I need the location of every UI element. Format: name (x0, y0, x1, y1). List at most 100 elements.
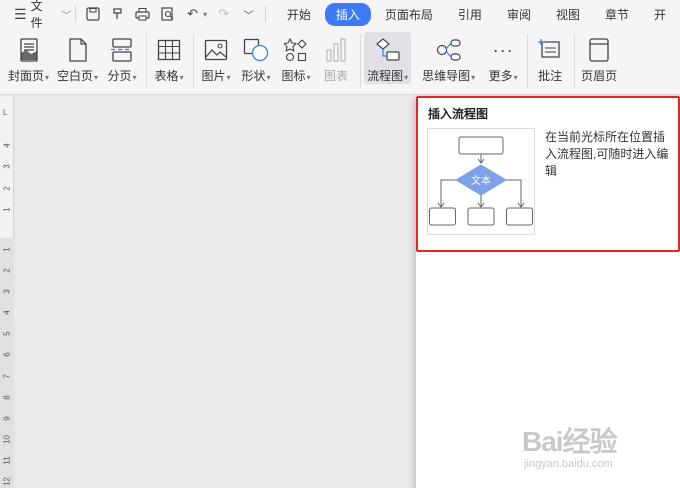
vertical-ruler: L 4 3 2 1 1 2 3 4 5 6 7 8 9 10 11 12 (0, 96, 14, 488)
flowchart-icon (372, 36, 404, 64)
file-menu[interactable]: ☰ 文件 ﹀ (0, 0, 71, 31)
page-break-button[interactable]: 分页▾ (106, 28, 138, 88)
picture-button[interactable]: 图片▾ (200, 28, 232, 88)
ruler-number: 8 (2, 395, 12, 400)
page-break-label: 分页 (107, 69, 132, 83)
flowchart-button[interactable]: 流程图▾ (364, 28, 412, 88)
ruler-number: 2 (2, 186, 12, 191)
dropdown-arrow-icon: ▾ (45, 73, 50, 82)
ruler-number: 11 (2, 456, 12, 465)
table-label: 表格 (154, 69, 179, 83)
mindmap-label: 思维导图 (422, 69, 471, 83)
ruler-number: 2 (2, 268, 12, 273)
watermark: Bai经验 jingyan.baidu.com (522, 420, 618, 470)
table-icon (153, 36, 185, 64)
divider (193, 34, 195, 88)
ruler-number: 4 (2, 143, 12, 148)
header-footer-button[interactable]: 页眉页 (581, 28, 617, 88)
mindmap-button[interactable]: 思维导图▾ (422, 28, 475, 88)
menu-bar: ☰ 文件 ﹀ ↶ ▾ ↷ ﹀ 开始 插入 页面布局 引用 审阅 视图 章节 开 (0, 0, 680, 31)
ruler-number: 10 (2, 435, 12, 444)
dropdown-arrow-icon: ▾ (94, 73, 99, 82)
chart-button: 图表 (320, 28, 352, 88)
picture-icon (200, 36, 232, 64)
tab-developer[interactable]: 开 (643, 3, 677, 26)
customize-toolbar-icon[interactable]: ﹀ (240, 6, 257, 23)
blank-page-label: 空白页 (57, 69, 94, 83)
ruler-number: 1 (2, 247, 12, 252)
divider (574, 34, 576, 88)
ruler-number: 7 (2, 374, 12, 379)
more-button[interactable]: ··· 更多▾ (487, 28, 519, 88)
comment-button[interactable]: 批注 (534, 28, 566, 88)
header-footer-label: 页眉页 (581, 69, 618, 83)
dropdown-arrow-icon: ▾ (471, 73, 476, 82)
tab-view[interactable]: 视图 (545, 3, 591, 26)
dropdown-arrow-icon: ▾ (132, 73, 137, 82)
save-icon[interactable] (84, 6, 101, 23)
shape-icon (240, 36, 272, 64)
cover-page-label: 封面页 (8, 69, 45, 83)
undo-icon[interactable]: ↶ (184, 6, 201, 23)
tab-strip: 开始 插入 页面布局 引用 审阅 视图 章节 开 (276, 2, 680, 26)
chart-icon (320, 36, 352, 64)
undo-dropdown-icon[interactable]: ▾ (203, 10, 207, 19)
dropdown-arrow-icon: ▾ (179, 73, 184, 82)
print-preview-icon[interactable] (159, 6, 176, 23)
more-label: 更多 (488, 69, 513, 83)
insert-flowchart-thumbnail[interactable]: 文本 (427, 128, 535, 235)
tab-stop-indicator[interactable]: L (3, 108, 7, 117)
ruler-number: 3 (2, 289, 12, 294)
divider (527, 34, 529, 88)
blank-page-button[interactable]: 空白页▾ (57, 28, 98, 88)
divider (360, 34, 362, 88)
icon-button[interactable]: 图标▾ (280, 28, 312, 88)
shape-label: 形状 (241, 69, 266, 83)
shape-button[interactable]: 形状▾ (240, 28, 272, 88)
icons-library-icon (280, 36, 312, 64)
ruler-number: 9 (2, 416, 12, 421)
ruler-number: 1 (2, 207, 12, 212)
icon-label: 图标 (281, 69, 306, 83)
tab-insert[interactable]: 插入 (324, 2, 371, 26)
thumbnail-text: 文本 (471, 174, 491, 187)
ruler-number: 3 (2, 164, 12, 169)
tab-home[interactable]: 开始 (276, 3, 322, 26)
comment-icon (534, 36, 566, 64)
ruler-number: 4 (2, 310, 12, 315)
chevron-down-icon: ﹀ (61, 10, 72, 22)
print-icon[interactable] (134, 6, 151, 23)
format-painter-icon[interactable] (109, 6, 126, 23)
dropdown-arrow-icon: ▾ (226, 73, 231, 82)
ruler-number: 12 (2, 477, 12, 486)
page-break-icon (106, 36, 138, 64)
comment-label: 批注 (538, 69, 563, 83)
ruler-number: 6 (2, 352, 12, 357)
dropdown-arrow-icon: ▾ (306, 73, 311, 82)
ruler-number: 5 (2, 331, 12, 336)
divider (75, 6, 77, 22)
table-button[interactable]: 表格▾ (153, 28, 185, 88)
chart-label: 图表 (324, 69, 349, 83)
tab-sections[interactable]: 章节 (594, 3, 640, 26)
divider (265, 6, 266, 22)
cover-page-button[interactable]: 封面页▾ (8, 28, 49, 88)
watermark-url: jingyan.baidu.com (524, 458, 613, 470)
panel-title: 插入流程图 (428, 107, 489, 121)
tab-references[interactable]: 引用 (447, 3, 493, 26)
divider (146, 34, 148, 88)
more-icon: ··· (492, 39, 514, 60)
file-menu-label: 文件 (30, 0, 43, 30)
flowchart-label: 流程图 (367, 69, 404, 83)
dropdown-arrow-icon: ▾ (513, 73, 518, 82)
header-footer-icon (583, 36, 615, 64)
watermark-logo: Bai经验 (522, 426, 618, 457)
tab-review[interactable]: 审阅 (496, 3, 542, 26)
dropdown-arrow-icon: ▾ (266, 73, 271, 82)
quick-access-toolbar: ↶ ▾ ↷ ﹀ (80, 6, 261, 23)
redo-icon: ↷ (218, 6, 230, 21)
tab-page-layout[interactable]: 页面布局 (374, 3, 444, 26)
mindmap-icon (433, 36, 465, 64)
cover-page-icon (13, 36, 45, 64)
panel-description: 在当前光标所在位置插入流程图,可随时进入编辑 (545, 130, 669, 178)
